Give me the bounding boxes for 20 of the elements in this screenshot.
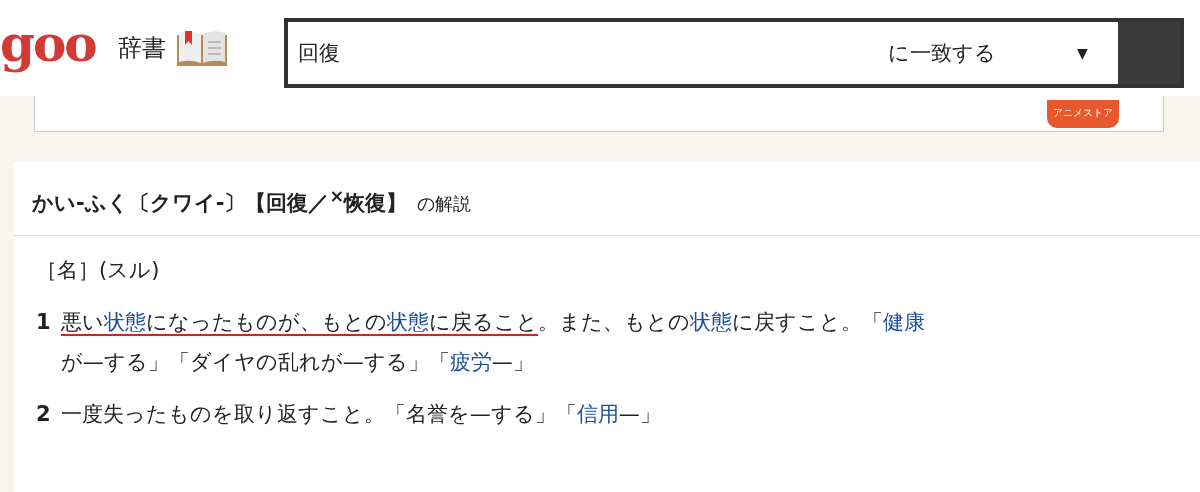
search-bar[interactable]: 回復 に一致する ▼: [283, 18, 1184, 88]
goo-logo[interactable]: goo: [0, 19, 96, 77]
word-link[interactable]: 状態: [103, 310, 146, 336]
word-link[interactable]: 健康: [882, 310, 925, 334]
headword: かい-ふく〔クワイ-〕【回復／$^{×}$恢復】: [32, 186, 408, 217]
word-link[interactable]: 状態: [386, 310, 429, 336]
word-link[interactable]: 信用: [576, 402, 619, 426]
definition-text: 悪い状態になったものが、もとの状態に戻ること。また、もとの状態に戻すこと。「健康 が—する」「ダイヤの乱れが—する」「疲労—」: [60, 309, 926, 376]
definition-text: 一度失ったものを取り返すこと。「名誉を—する」「信用—」: [60, 401, 662, 428]
match-mode-dropdown[interactable]: に一致する ▼: [867, 22, 1118, 84]
section-title: 辞書: [117, 33, 166, 64]
word-link[interactable]: 疲労: [449, 350, 492, 374]
store-badge: アニメストア: [1047, 99, 1119, 128]
headword-suffix: の解説: [417, 192, 472, 216]
ad-banner[interactable]: アニメストア: [34, 96, 1164, 132]
book-icon: [175, 29, 228, 67]
word-link[interactable]: 状態: [689, 310, 732, 334]
sense-number: 2: [36, 401, 51, 428]
grammar-label: ［名］(スル): [36, 257, 161, 284]
sense-number: 1: [36, 309, 51, 336]
